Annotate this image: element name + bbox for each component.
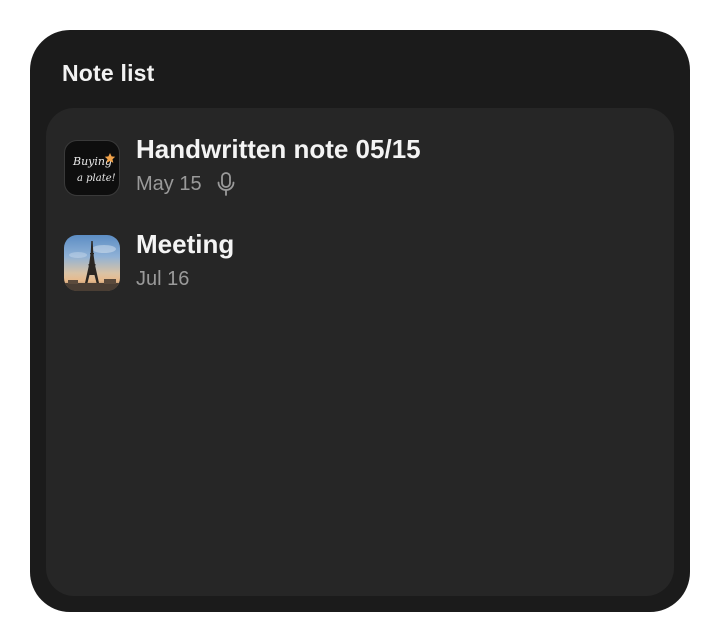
list-item-meeting-note[interactable]: Meeting Jul 16 <box>62 229 658 299</box>
handwriting-thumbnail-icon: Buying a plate! <box>64 140 120 196</box>
note-list-widget: Note list Buying a plate! Handwritten no… <box>30 30 690 612</box>
note-title: Handwritten note 05/15 <box>136 134 421 164</box>
thumbnail-text-line2: a plate! <box>77 173 116 184</box>
note-title: Meeting <box>136 229 235 259</box>
eiffel-tower-icon <box>64 241 120 291</box>
list-item-handwritten-note[interactable]: Buying a plate! Handwritten note 05/15 M… <box>62 134 658 204</box>
note-date: Jul 16 <box>136 267 190 290</box>
note-list: Buying a plate! Handwritten note 05/15 M… <box>46 108 674 596</box>
note-meta: Jul 16 <box>136 266 189 292</box>
note-date: May 15 <box>136 172 202 195</box>
eiffel-tower-photo-thumbnail-icon <box>64 235 120 291</box>
note-meta: May 15 <box>136 171 236 197</box>
widget-title: Note list <box>62 60 155 86</box>
microphone-icon <box>216 171 236 197</box>
handwriting-thumbnail-image: Buying a plate! <box>72 153 116 184</box>
